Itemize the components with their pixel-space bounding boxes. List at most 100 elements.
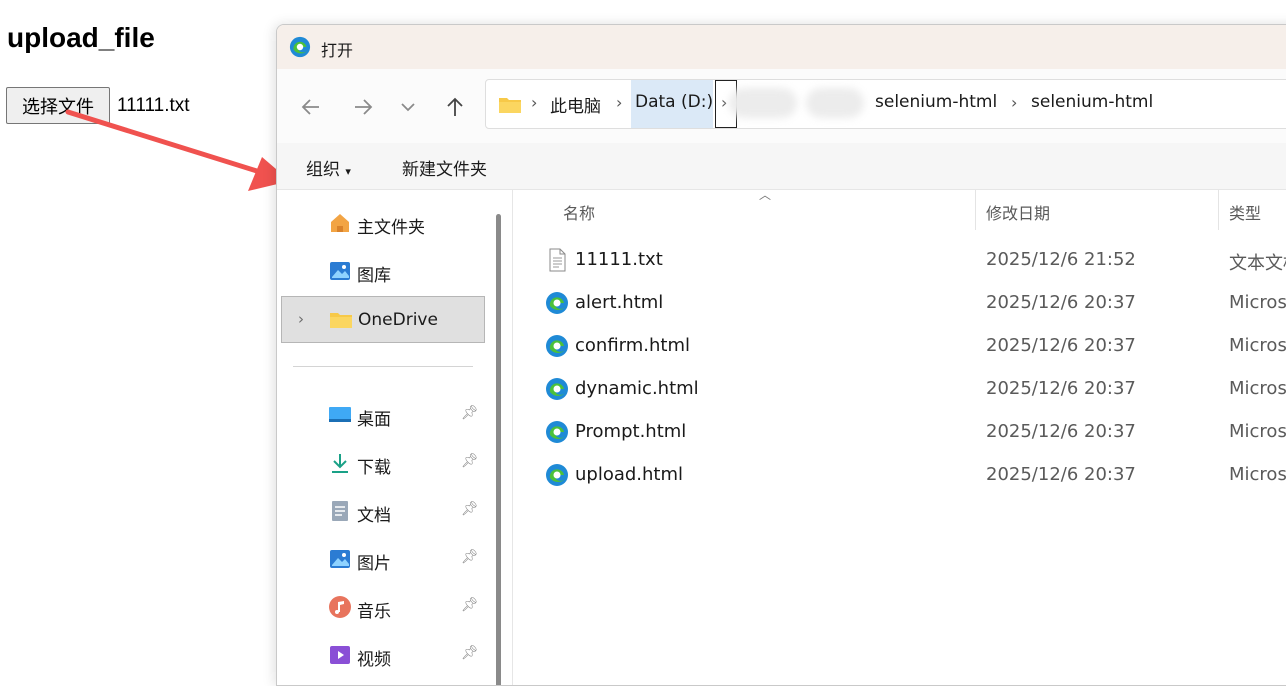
pin-icon[interactable]: 📌︎ <box>461 549 479 565</box>
file-type: Microsoft Edge HTML Document <box>1229 335 1286 356</box>
file-modified: 2025/12/6 20:37 <box>986 335 1136 356</box>
forward-button[interactable] <box>349 93 377 121</box>
nav-item-label: OneDrive <box>358 310 438 330</box>
command-bar: 组织 ▾ 新建文件夹 <box>277 143 1286 190</box>
column-divider[interactable] <box>1218 190 1219 230</box>
text-file-icon <box>549 248 566 272</box>
caret-down-icon: ▾ <box>345 165 351 178</box>
file-type: 文本文档 <box>1229 253 1286 274</box>
nav-item-desktop[interactable]: 桌面 📌︎ <box>281 392 485 439</box>
edge-icon <box>546 464 568 486</box>
edge-icon <box>546 335 568 357</box>
file-row[interactable]: 11111.txt 2025/12/6 21:52 文本文档 <box>513 238 1286 281</box>
selected-file-name: 11111.txt <box>117 95 190 116</box>
chevron-down-icon <box>401 103 415 112</box>
home-icon <box>331 214 349 232</box>
crumb-this-pc[interactable]: 此电脑 <box>550 92 601 117</box>
pictures-icon <box>330 550 350 568</box>
nav-item-pictures[interactable]: 图片 📌︎ <box>281 536 485 583</box>
pin-icon[interactable]: 📌︎ <box>461 501 479 517</box>
column-header-type[interactable]: 类型 <box>1229 200 1261 224</box>
dialog-title: 打开 <box>321 41 354 60</box>
file-row[interactable]: Prompt.html 2025/12/6 20:37 Microsoft Ed… <box>513 410 1286 453</box>
navigation-pane: 主文件夹 图库 › OneDrive 桌面 📌︎ 下载 📌︎ 文档 📌︎ 图片 … <box>277 190 512 685</box>
up-button[interactable] <box>441 93 469 121</box>
nav-item-home[interactable]: 主文件夹 <box>281 200 485 247</box>
nav-item-label: 图片 <box>357 554 391 574</box>
chevron-right-icon: › <box>721 93 728 112</box>
up-arrow-icon <box>447 97 463 116</box>
pin-icon[interactable]: 📌︎ <box>461 645 479 661</box>
redacted-crumb <box>806 88 864 118</box>
nav-item-label: 音乐 <box>357 602 391 622</box>
nav-item-videos[interactable]: 视频 📌︎ <box>281 632 485 679</box>
nav-item-label: 桌面 <box>357 410 391 430</box>
file-name: alert.html <box>575 292 664 313</box>
file-type: Microsoft Edge HTML Document <box>1229 378 1286 399</box>
file-list: ︿ 名称 修改日期 类型 11111.txt 2025/12/6 21:52 文… <box>513 188 1286 685</box>
file-type: Microsoft Edge HTML Document <box>1229 464 1286 485</box>
nav-item-label: 主文件夹 <box>357 218 425 238</box>
column-header-name[interactable]: 名称 <box>563 200 595 224</box>
edge-icon <box>546 378 568 400</box>
music-icon <box>329 596 351 618</box>
organize-menu[interactable]: 组织 ▾ <box>306 155 351 180</box>
chevron-right-icon: › <box>616 93 623 112</box>
video-icon <box>330 646 350 664</box>
gallery-icon <box>330 262 350 280</box>
chevron-right-icon: › <box>298 310 304 328</box>
open-file-dialog: 打开 › 此电脑 › Data (D:) › selenium-html › s… <box>276 24 1286 686</box>
back-arrow-icon <box>301 99 319 115</box>
file-name: 11111.txt <box>575 249 663 270</box>
nav-item-downloads[interactable]: 下载 📌︎ <box>281 440 485 487</box>
file-name: dynamic.html <box>575 378 699 399</box>
pin-icon[interactable]: 📌︎ <box>461 597 479 613</box>
edge-icon <box>546 292 568 314</box>
nav-item-onedrive[interactable]: › OneDrive <box>281 296 485 343</box>
sort-ascending-icon: ︿ <box>759 188 772 202</box>
file-type: Microsoft Edge HTML Document <box>1229 292 1286 313</box>
organize-label: 组织 <box>306 160 340 180</box>
file-type: Microsoft Edge HTML Document <box>1229 421 1286 442</box>
nav-item-gallery[interactable]: 图库 <box>281 248 485 295</box>
address-bar[interactable]: › 此电脑 › Data (D:) › selenium-html › sele… <box>485 79 1286 129</box>
column-header-modified[interactable]: 修改日期 <box>986 200 1050 224</box>
file-name: confirm.html <box>575 335 690 356</box>
chevron-right-icon: › <box>1011 93 1018 112</box>
nav-item-label: 视频 <box>357 650 391 670</box>
file-row[interactable]: confirm.html 2025/12/6 20:37 Microsoft E… <box>513 324 1286 367</box>
edge-icon <box>546 421 568 443</box>
nav-item-label: 图库 <box>357 266 391 286</box>
chevron-right-icon: › <box>531 93 538 112</box>
folder-icon <box>499 98 521 113</box>
recent-locations-button[interactable] <box>394 93 422 121</box>
file-modified: 2025/12/6 20:37 <box>986 464 1136 485</box>
edge-icon <box>289 36 311 58</box>
file-row[interactable]: alert.html 2025/12/6 20:37 Microsoft Edg… <box>513 281 1286 324</box>
crumb-current-folder[interactable]: selenium-html <box>1031 92 1153 112</box>
nav-item-documents[interactable]: 文档 📌︎ <box>281 488 485 535</box>
nav-item-music[interactable]: 音乐 📌︎ <box>281 584 485 631</box>
file-name: Prompt.html <box>575 421 687 442</box>
file-row[interactable]: dynamic.html 2025/12/6 20:37 Microsoft E… <box>513 367 1286 410</box>
column-divider[interactable] <box>975 190 976 230</box>
page-title: upload_file <box>7 22 155 53</box>
nav-scrollbar[interactable] <box>496 214 501 685</box>
dialog-titlebar: 打开 <box>277 25 1286 69</box>
navigation-bar: › 此电脑 › Data (D:) › selenium-html › sele… <box>277 69 1286 143</box>
folder-icon <box>330 313 352 328</box>
crumb-drive-d[interactable]: Data (D:) <box>635 92 713 112</box>
file-modified: 2025/12/6 21:52 <box>986 249 1136 270</box>
file-modified: 2025/12/6 20:37 <box>986 292 1136 313</box>
nav-divider <box>293 366 473 367</box>
desktop-icon <box>329 407 351 422</box>
pin-icon[interactable]: 📌︎ <box>461 405 479 421</box>
pin-icon[interactable]: 📌︎ <box>461 453 479 469</box>
crumb-folder[interactable]: selenium-html <box>875 92 997 112</box>
nav-item-label: 文档 <box>357 506 391 526</box>
new-folder-button[interactable]: 新建文件夹 <box>402 155 487 180</box>
back-button[interactable] <box>297 93 325 121</box>
file-row[interactable]: upload.html 2025/12/6 20:37 Microsoft Ed… <box>513 453 1286 496</box>
file-modified: 2025/12/6 20:37 <box>986 378 1136 399</box>
choose-file-button[interactable]: 选择文件 <box>6 87 110 124</box>
